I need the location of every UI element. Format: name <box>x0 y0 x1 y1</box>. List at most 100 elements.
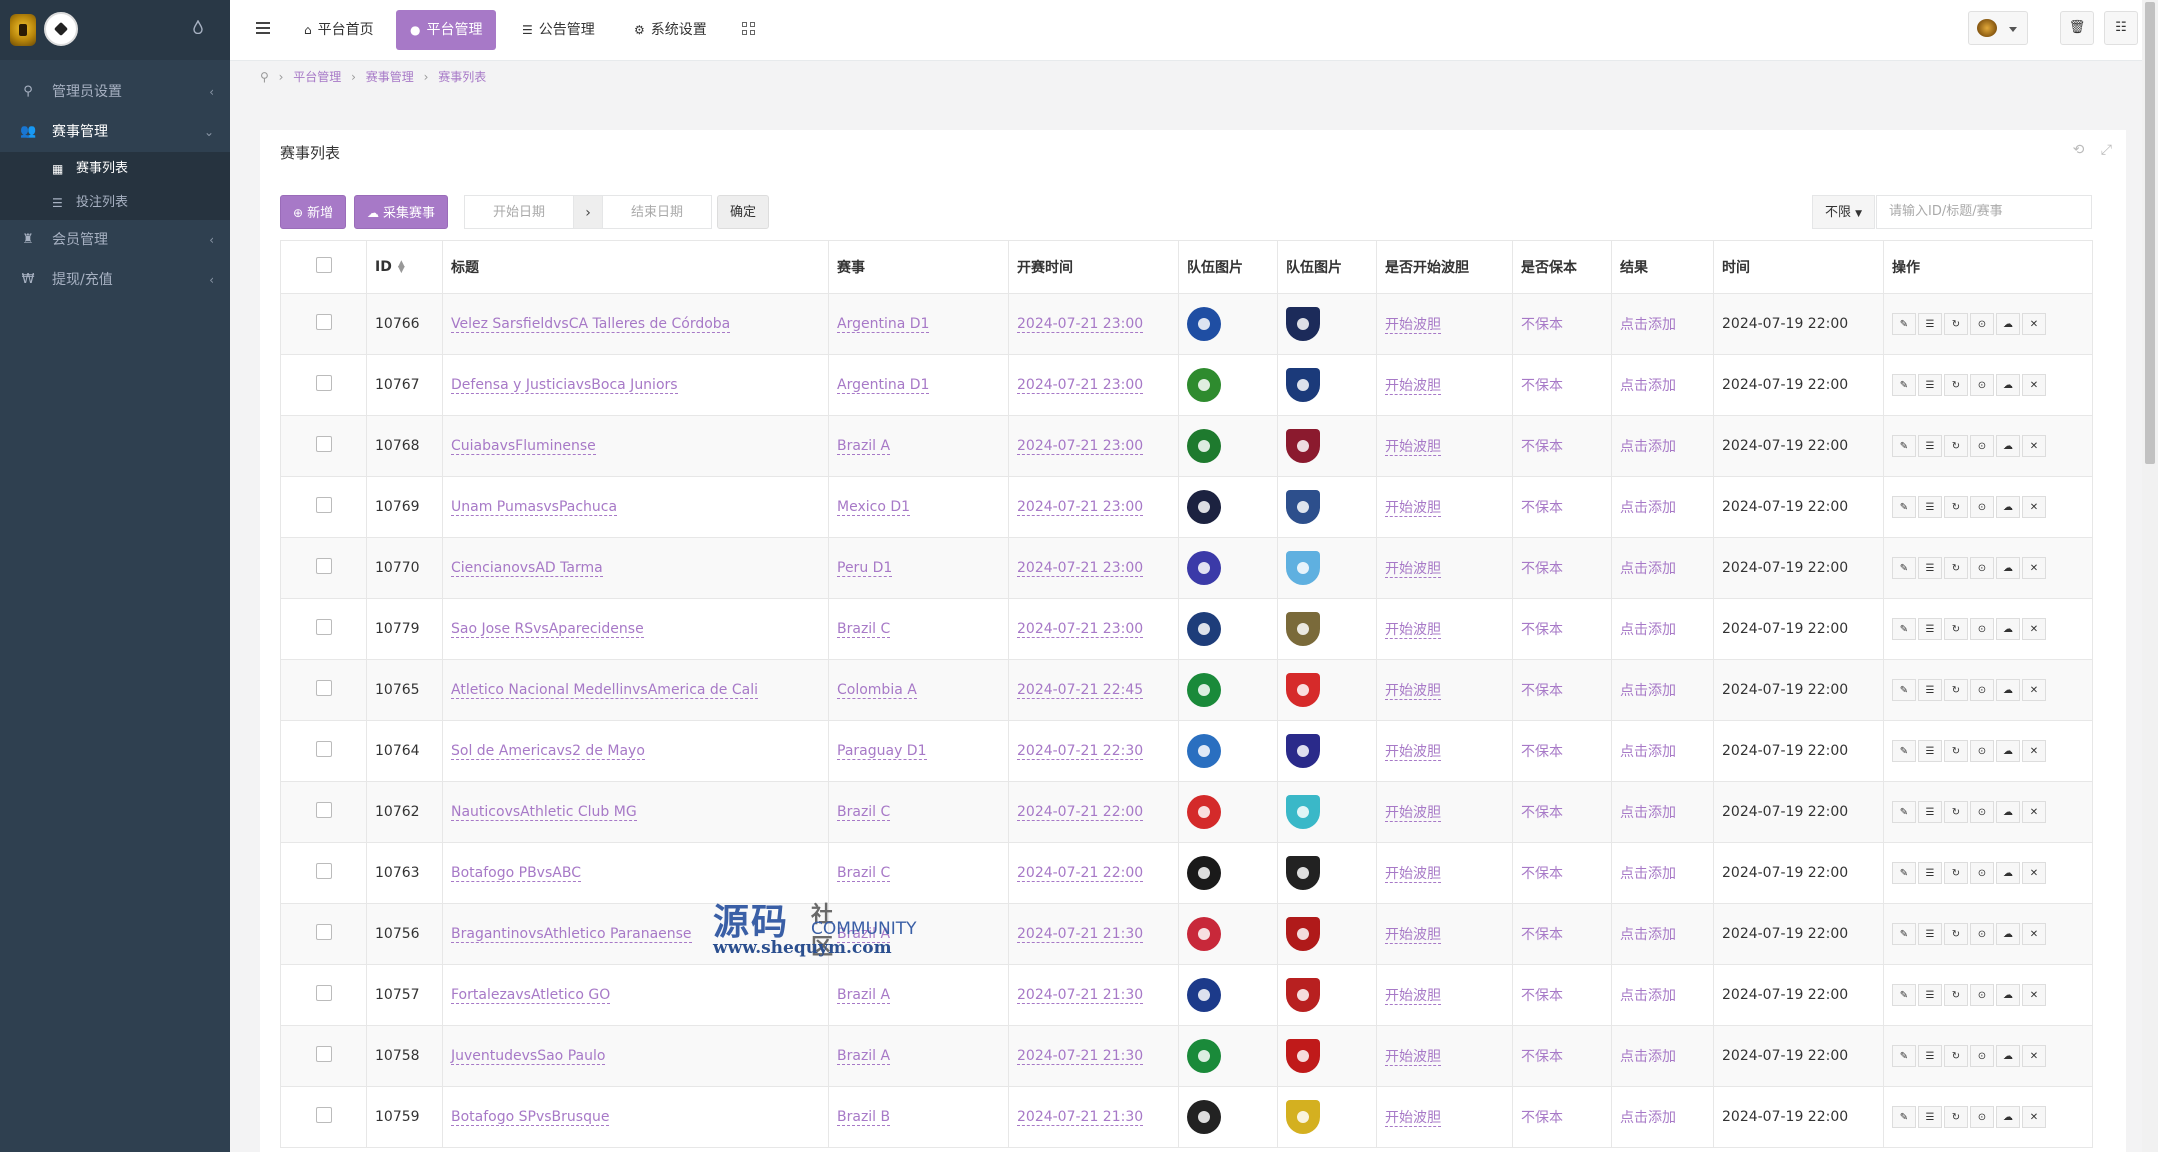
refresh-icon[interactable]: ↻ <box>1944 679 1968 701</box>
add-result-link[interactable]: 点击添加 <box>1620 439 1676 455</box>
start-bodan-link[interactable]: 开始波胆 <box>1385 317 1441 334</box>
ball-icon[interactable]: ⊙ <box>1970 435 1994 457</box>
baoben-link[interactable]: 不保本 <box>1521 683 1563 699</box>
start-time-link[interactable]: 2024-07-21 22:45 <box>1017 682 1144 699</box>
cloud-icon[interactable]: ☁ <box>1996 313 2020 335</box>
user-menu-button[interactable] <box>1968 11 2028 45</box>
tab-platform-management[interactable]: ● 平台管理 <box>396 10 497 50</box>
edit-icon[interactable]: ✎ <box>1892 496 1916 518</box>
ball-icon[interactable]: ⊙ <box>1970 618 1994 640</box>
start-bodan-link[interactable]: 开始波胆 <box>1385 439 1441 456</box>
list-icon[interactable]: ☰ <box>1918 557 1942 579</box>
edit-icon[interactable]: ✎ <box>1892 923 1916 945</box>
row-checkbox[interactable] <box>315 314 332 330</box>
edit-icon[interactable]: ✎ <box>1892 862 1916 884</box>
theme-drop-icon[interactable] <box>193 20 203 34</box>
title-link[interactable]: Velez SarsfieldvsCA Talleres de Córdoba <box>451 316 731 333</box>
trash-button[interactable]: 🗑 <box>2060 11 2094 45</box>
add-result-link[interactable]: 点击添加 <box>1620 1110 1676 1126</box>
edit-icon[interactable]: ✎ <box>1892 618 1916 640</box>
start-time-link[interactable]: 2024-07-21 21:30 <box>1017 987 1144 1004</box>
start-time-link[interactable]: 2024-07-21 23:00 <box>1017 438 1144 455</box>
league-link[interactable]: Peru D1 <box>837 560 893 577</box>
ball-icon[interactable]: ⊙ <box>1970 923 1994 945</box>
ball-icon[interactable]: ⊙ <box>1970 1045 1994 1067</box>
title-link[interactable]: Defensa y JusticiavsBoca Juniors <box>451 377 678 394</box>
edit-icon[interactable]: ✎ <box>1892 984 1916 1006</box>
ball-icon[interactable]: ⊙ <box>1970 374 1994 396</box>
start-bodan-link[interactable]: 开始波胆 <box>1385 1049 1441 1066</box>
refresh-icon[interactable]: ↻ <box>1944 313 1968 335</box>
sidebar-item-withdraw-recharge[interactable]: ₩ 提现/充值 ‹ <box>0 260 230 300</box>
ball-icon[interactable]: ⊙ <box>1970 557 1994 579</box>
edit-icon[interactable]: ✎ <box>1892 740 1916 762</box>
baoben-link[interactable]: 不保本 <box>1521 378 1563 394</box>
league-link[interactable]: Brazil A <box>837 926 891 943</box>
add-result-link[interactable]: 点击添加 <box>1620 378 1676 394</box>
start-time-link[interactable]: 2024-07-21 23:00 <box>1017 316 1144 333</box>
start-bodan-link[interactable]: 开始波胆 <box>1385 1110 1441 1127</box>
edit-icon[interactable]: ✎ <box>1892 435 1916 457</box>
ball-icon[interactable]: ⊙ <box>1970 984 1994 1006</box>
baoben-link[interactable]: 不保本 <box>1521 500 1563 516</box>
delete-icon[interactable]: ✕ <box>2022 984 2046 1006</box>
refresh-icon[interactable]: ↻ <box>1944 618 1968 640</box>
page-scrollbar[interactable] <box>2142 0 2158 1152</box>
delete-icon[interactable]: ✕ <box>2022 923 2046 945</box>
row-checkbox[interactable] <box>315 436 332 452</box>
refresh-icon[interactable]: ↻ <box>1944 740 1968 762</box>
add-result-link[interactable]: 点击添加 <box>1620 927 1676 943</box>
cloud-icon[interactable]: ☁ <box>1996 679 2020 701</box>
hamburger-menu-icon[interactable] <box>256 22 270 34</box>
list-icon[interactable]: ☰ <box>1918 984 1942 1006</box>
ball-icon[interactable]: ⊙ <box>1970 801 1994 823</box>
end-date-input[interactable]: 结束日期 <box>602 195 712 229</box>
league-link[interactable]: Brazil A <box>837 438 891 455</box>
start-time-link[interactable]: 2024-07-21 22:30 <box>1017 743 1144 760</box>
row-checkbox[interactable] <box>315 924 332 940</box>
delete-icon[interactable]: ✕ <box>2022 1106 2046 1128</box>
start-bodan-link[interactable]: 开始波胆 <box>1385 378 1441 395</box>
title-link[interactable]: Sol de Americavs2 de Mayo <box>451 743 645 760</box>
refresh-icon[interactable]: ⟲ <box>2073 142 2085 158</box>
list-icon[interactable]: ☰ <box>1918 435 1942 457</box>
list-icon[interactable]: ☰ <box>1918 374 1942 396</box>
title-link[interactable]: BragantinovsAthletico Paranaense <box>451 926 692 943</box>
add-result-link[interactable]: 点击添加 <box>1620 622 1676 638</box>
ball-icon[interactable]: ⊙ <box>1970 740 1994 762</box>
refresh-icon[interactable]: ↻ <box>1944 435 1968 457</box>
ball-icon[interactable]: ⊙ <box>1970 862 1994 884</box>
add-result-link[interactable]: 点击添加 <box>1620 500 1676 516</box>
scrollbar-thumb[interactable] <box>2145 2 2155 464</box>
cloud-icon[interactable]: ☁ <box>1996 740 2020 762</box>
add-result-link[interactable]: 点击添加 <box>1620 1049 1676 1065</box>
start-time-link[interactable]: 2024-07-21 23:00 <box>1017 621 1144 638</box>
list-icon[interactable]: ☰ <box>1918 679 1942 701</box>
edit-icon[interactable]: ✎ <box>1892 557 1916 579</box>
delete-icon[interactable]: ✕ <box>2022 862 2046 884</box>
league-link[interactable]: Argentina D1 <box>837 377 930 394</box>
start-bodan-link[interactable]: 开始波胆 <box>1385 683 1441 700</box>
breadcrumb-item[interactable]: 赛事列表 <box>438 70 486 84</box>
row-checkbox[interactable] <box>315 1107 332 1123</box>
delete-icon[interactable]: ✕ <box>2022 801 2046 823</box>
sort-icon[interactable]: ▲ ▼ <box>398 260 405 275</box>
confirm-button[interactable]: 确定 <box>717 195 770 229</box>
delete-icon[interactable]: ✕ <box>2022 557 2046 579</box>
league-link[interactable]: Brazil C <box>837 621 891 638</box>
baoben-link[interactable]: 不保本 <box>1521 927 1563 943</box>
edit-icon[interactable]: ✎ <box>1892 313 1916 335</box>
tab-platform-home[interactable]: ⌂ 平台首页 <box>290 10 388 50</box>
edit-icon[interactable]: ✎ <box>1892 801 1916 823</box>
edit-icon[interactable]: ✎ <box>1892 1045 1916 1067</box>
row-checkbox[interactable] <box>315 741 332 757</box>
cloud-icon[interactable]: ☁ <box>1996 557 2020 579</box>
start-date-input[interactable]: 开始日期 <box>464 195 574 229</box>
start-bodan-link[interactable]: 开始波胆 <box>1385 500 1441 517</box>
baoben-link[interactable]: 不保本 <box>1521 622 1563 638</box>
title-link[interactable]: Botafogo PBvsABC <box>451 865 581 882</box>
sidebar-item-match-list[interactable]: ▦ 赛事列表 <box>0 152 230 186</box>
ball-icon[interactable]: ⊙ <box>1970 679 1994 701</box>
delete-icon[interactable]: ✕ <box>2022 435 2046 457</box>
title-link[interactable]: FortalezavsAtletico GO <box>451 987 611 1004</box>
